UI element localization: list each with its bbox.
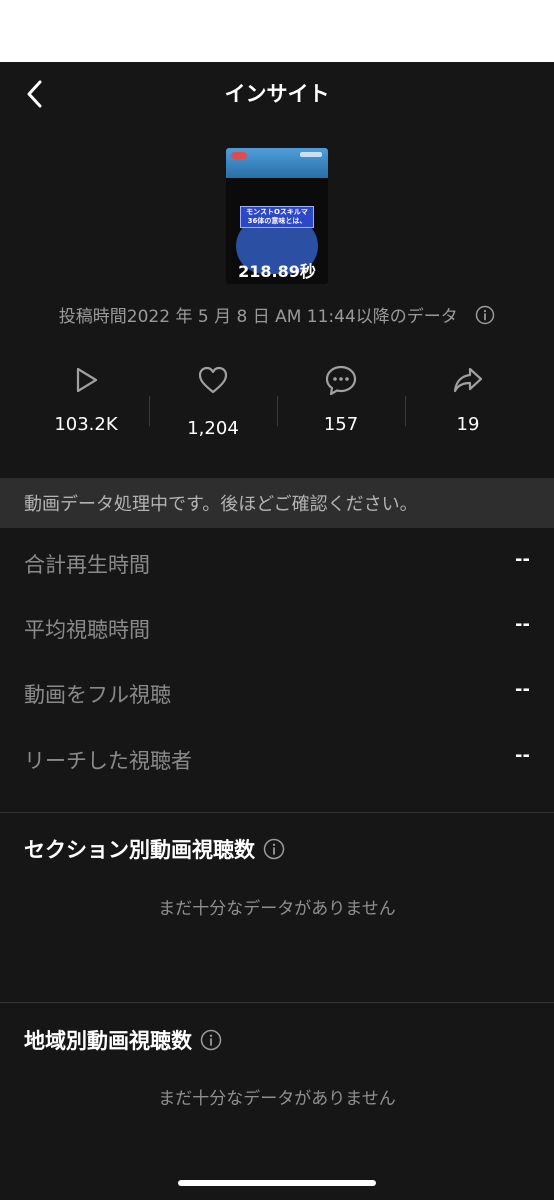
shares-count: 19 bbox=[456, 414, 480, 435]
views-count: 103.2K bbox=[54, 414, 118, 435]
metric-value: -- bbox=[515, 745, 530, 766]
stat-shares: 19 bbox=[404, 362, 532, 435]
metric-value: -- bbox=[515, 679, 530, 700]
section-views-by-region: 地域別動画視聴数 bbox=[24, 1025, 222, 1055]
metric-value: -- bbox=[515, 614, 530, 635]
comments-count: 157 bbox=[323, 414, 359, 435]
thumbnail-caption: モンストOスキルマ 36体の意味とは、 bbox=[240, 206, 314, 228]
processing-message: 動画データ処理中です。後ほどご確認ください。 bbox=[24, 494, 418, 515]
section-views-by-section: セクション別動画視聴数 bbox=[24, 834, 285, 864]
metric-label: 平均視聴時間 bbox=[24, 618, 150, 642]
metric-label: リーチした視聴者 bbox=[24, 749, 192, 773]
likes-count: 1,204 bbox=[187, 418, 239, 439]
empty-data-message: まだ十分なデータがありません bbox=[158, 899, 396, 919]
navigation-bar: インサイト bbox=[0, 62, 554, 124]
share-icon bbox=[453, 367, 483, 393]
metric-label: 動画をフル視聴 bbox=[24, 683, 171, 707]
info-icon[interactable] bbox=[263, 838, 285, 860]
section-title: 地域別動画視聴数 bbox=[24, 1029, 192, 1053]
thumbnail-game-screen bbox=[226, 148, 328, 178]
empty-data-message: まだ十分なデータがありません bbox=[158, 1089, 396, 1109]
section-title: セクション別動画視聴数 bbox=[24, 838, 255, 862]
thumbnail-badge bbox=[231, 152, 247, 159]
stat-likes: 1,204 bbox=[149, 362, 277, 439]
section-divider bbox=[0, 812, 554, 813]
video-thumbnail[interactable]: モンストOスキルマ 36体の意味とは、 218.89秒 bbox=[226, 148, 328, 284]
metric-reached-audience: リーチした視聴者 -- bbox=[24, 739, 532, 779]
posted-time-text: 投稿時間2022 年 5 月 8 日 AM 11:44以降のデータ bbox=[58, 307, 458, 327]
section-divider bbox=[0, 1002, 554, 1003]
comment-icon bbox=[325, 365, 357, 396]
metric-full-views: 動画をフル視聴 -- bbox=[24, 673, 532, 713]
video-duration: 218.89秒 bbox=[238, 262, 316, 281]
engagement-stats: 103.2K 1,204 157 19 bbox=[20, 362, 534, 446]
metric-average-watch-time: 平均視聴時間 -- bbox=[24, 608, 532, 648]
metric-label: 合計再生時間 bbox=[24, 553, 150, 577]
processing-banner: 動画データ処理中です。後ほどご確認ください。 bbox=[0, 478, 554, 528]
metric-total-play-time: 合計再生時間 -- bbox=[24, 543, 532, 583]
stat-views: 103.2K bbox=[22, 362, 150, 435]
stat-comments: 157 bbox=[277, 362, 405, 435]
heart-icon bbox=[198, 366, 228, 394]
info-icon[interactable] bbox=[200, 1029, 222, 1051]
home-indicator[interactable] bbox=[178, 1180, 376, 1186]
posted-time-row: 投稿時間2022 年 5 月 8 日 AM 11:44以降のデータ bbox=[0, 302, 554, 330]
insight-screen: インサイト モンストOスキルマ 36体の意味とは、 218.89秒 投稿時間20… bbox=[0, 62, 554, 1200]
play-icon bbox=[76, 367, 98, 393]
info-icon[interactable] bbox=[475, 305, 495, 330]
thumbnail-status-bar bbox=[300, 152, 322, 157]
page-title: インサイト bbox=[224, 82, 330, 106]
metric-value: -- bbox=[515, 549, 530, 570]
